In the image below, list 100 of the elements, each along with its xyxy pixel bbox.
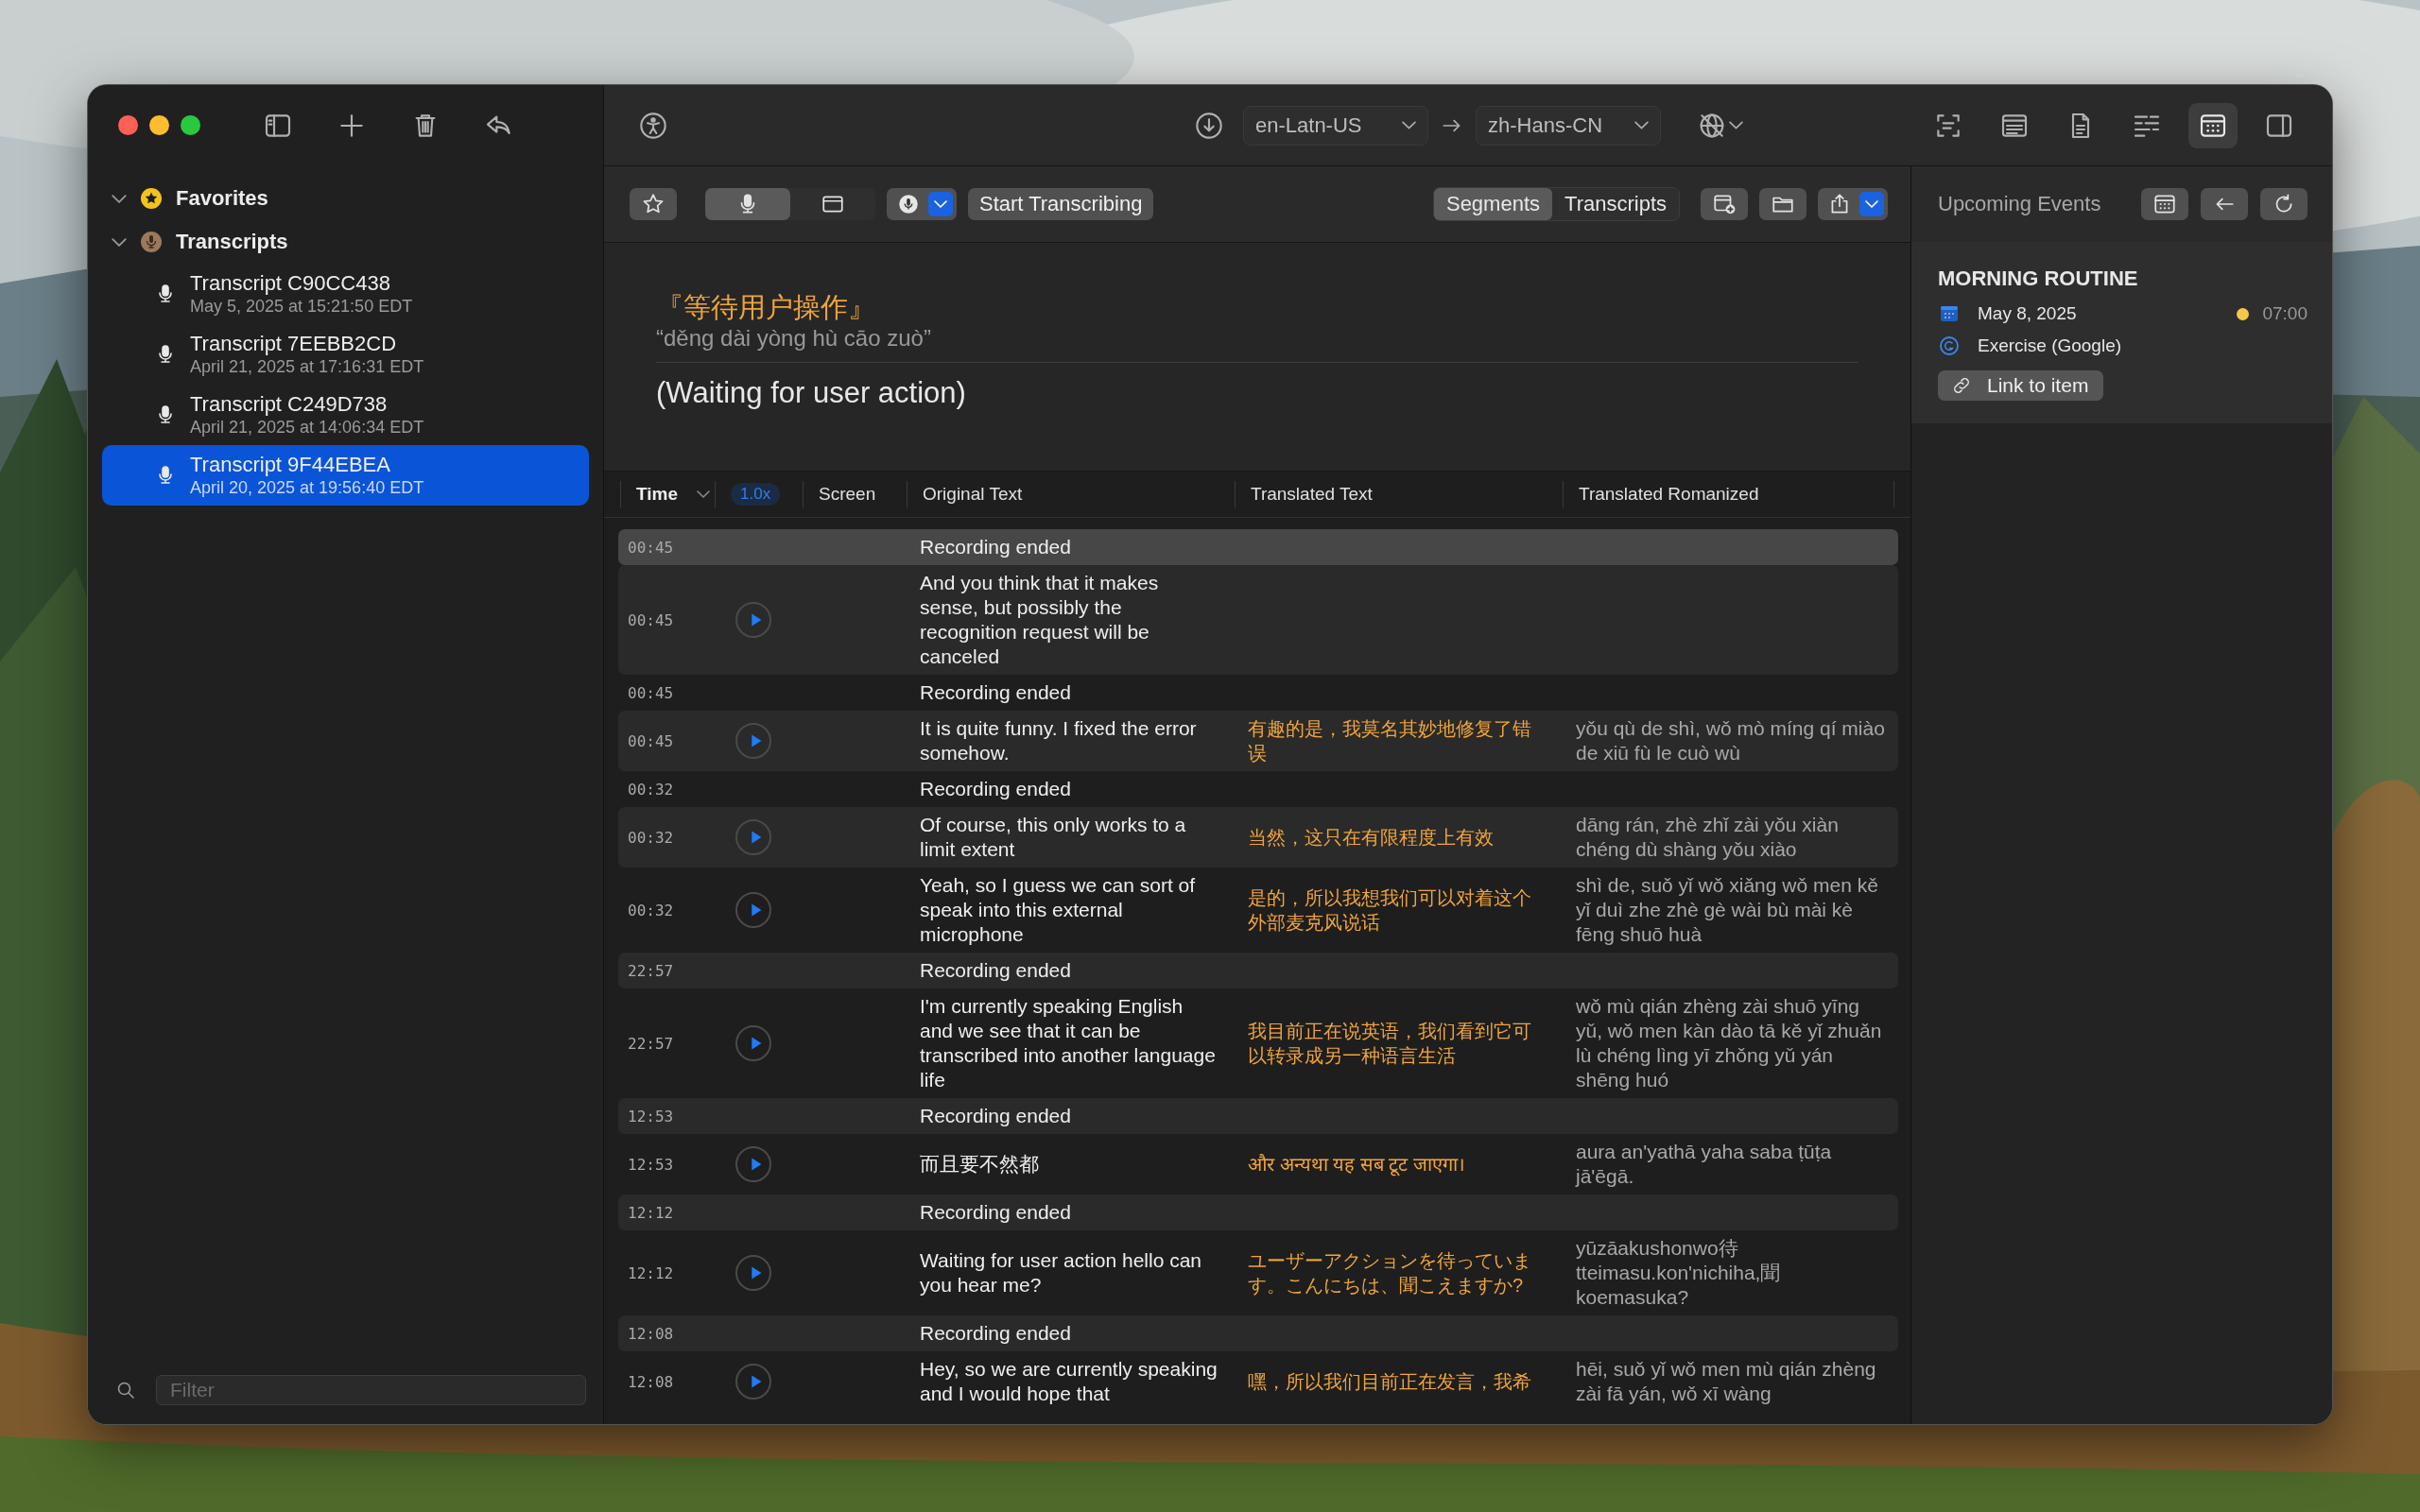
section-header[interactable]: Transcripts <box>102 220 589 264</box>
table-row[interactable]: 00:32 Recording ended <box>618 771 1898 807</box>
romanized-cell-text: hēi, suǒ yǐ wǒ men mù qián zhèng zài fā yán, wǒ xī wàng <box>1575 1357 1877 1406</box>
chevron-icon <box>1728 121 1743 129</box>
sidebar-item[interactable]: Transcript C249D738 April 21, 2025 at 14:06:34 EDT <box>102 385 589 445</box>
romanized-cell-text: dāng rán, zhè zhǐ zài yǒu xiàn chéng dù shàng yǒu xiào <box>1575 813 1840 862</box>
chevron-icon <box>934 200 947 208</box>
language-dropdown[interactable]: en-Latn-US <box>1243 105 1428 146</box>
column-header[interactable]: Original Text <box>923 484 1023 505</box>
table-row[interactable]: 00:45 Recording ended <box>618 675 1898 711</box>
folder-button[interactable] <box>1759 188 1806 220</box>
calendar-name: Exercise (Google) <box>1978 335 2122 356</box>
view-tab[interactable]: Transcripts <box>1552 188 1679 220</box>
play-button[interactable] <box>735 1146 771 1182</box>
section-header[interactable]: Favorites <box>102 177 589 220</box>
add-event-button[interactable] <box>1701 188 1748 220</box>
table-row[interactable]: 00:45 And you think that it makes sense, but possibly the recognition request will be canceled <box>618 565 1898 675</box>
table-row[interactable]: 12:12 Waiting for user action hello can you hear me? ユーザーアクションを待っています。こんにちは、聞こえますか? yūzāakushonwo待 tteimasu.kon'nichiha,聞 koemasuka? <box>618 1230 1898 1315</box>
event-cell-text: Recording ended <box>919 1200 1072 1225</box>
input-device-button[interactable] <box>887 188 957 220</box>
minimize-button[interactable] <box>149 115 169 135</box>
event-cell-text: Recording ended <box>919 777 1072 801</box>
table-row[interactable]: 00:32 Of course, this only works to a limit extent 当然，这只在有限程度上有效 dāng rán, zhè zhǐ zài yǒu xiàn chéng dù shàng yǒu xiào <box>618 807 1898 868</box>
event-cell-text: Recording ended <box>919 958 1072 983</box>
table-row[interactable]: 00:32 Yeah, so I guess we can sort of speak into this external microphone 是的，所以我想我们可以对着这个外部麦克风说话 shì de, suǒ yǐ wǒ xiǎng wǒ men kě yǐ duì zhe zhè gè wài bù mài kè fēng shuō huà <box>618 868 1898 953</box>
translated-text: 『等待用户操作』 <box>656 291 876 324</box>
table-row[interactable]: 12:08 Hey, so we are currently speaking and I would hope that 嘿，所以我们目前正在发言，我希 hēi, suǒ yǐ wǒ men mù qián zhèng zài fā yán, wǒ xī wàng <box>618 1351 1898 1412</box>
translated-cell-text: 当然，这只在有限程度上有效 <box>1247 826 1495 850</box>
play-button[interactable] <box>735 1364 771 1400</box>
original-text: (Waiting for user action) <box>656 375 967 411</box>
table-row[interactable]: 22:57 Recording ended <box>618 953 1898 988</box>
table-row[interactable]: 00:45 Recording ended <box>618 529 1898 565</box>
column-header[interactable]: Translated Romanized <box>1579 484 1759 505</box>
time-cell-text: 12:53 <box>627 1107 675 1125</box>
romanized-cell-text: aura an'yathā yaha saba ṭūṭa jā'ēgā. <box>1574 1140 1833 1189</box>
sidebar-item[interactable]: Transcript C90CC438 May 5, 2025 at 15:21:50 EDT <box>102 264 589 324</box>
language-dropdown[interactable]: zh-Hans-CN <box>1476 105 1661 146</box>
translated-cell-text: 有趣的是，我莫名其妙地修复了错误 <box>1247 717 1532 765</box>
play-button[interactable] <box>735 723 771 759</box>
table-row[interactable]: 12:12 Recording ended <box>618 1194 1898 1230</box>
share-button[interactable] <box>1818 188 1888 220</box>
item-title: Transcript C249D738 <box>190 392 389 417</box>
section-label: Favorites <box>176 186 268 211</box>
romanized-cell-text: yūzāakushonwo待 tteimasu.kon'nichiha,聞 koemasuka? <box>1575 1236 1782 1310</box>
event-date: May 8, 2025 <box>1978 303 2077 324</box>
play-button[interactable] <box>735 1025 771 1061</box>
play-button[interactable] <box>735 602 771 638</box>
translated-cell-text: 是的，所以我想我们可以对着这个外部麦克风说话 <box>1247 886 1532 935</box>
column-header[interactable]: Time <box>636 484 710 505</box>
sidebar-item[interactable]: Transcript 7EEBB2CD April 21, 2025 at 17:16:31 EDT <box>102 324 589 385</box>
time-cell-text: 00:32 <box>627 828 675 847</box>
romanized-text: “děng dài yòng hù cāo zuò” <box>656 324 932 352</box>
table-row[interactable]: 12:08 Recording ended <box>618 1315 1898 1351</box>
column-header[interactable]: Screen <box>819 484 876 505</box>
calendar-button[interactable] <box>2141 188 2188 220</box>
item-date: April 21, 2025 at 14:06:34 EDT <box>190 417 424 438</box>
filter-field[interactable]: Filter <box>156 1375 586 1405</box>
chevron-icon <box>1865 200 1878 208</box>
item-title: Transcript 9F44EBEA <box>190 453 391 477</box>
chevron-icon <box>1634 121 1649 129</box>
translated-cell-text: 我目前正在说英语，我们看到它可以转录成另一种语言生活 <box>1247 1020 1532 1068</box>
zoom-button[interactable] <box>181 115 200 135</box>
time-cell-text: 12:12 <box>627 1263 675 1282</box>
event-cell-text: Recording ended <box>919 535 1072 559</box>
translated-cell-text: और अन्यथा यह सब टूट जाएगा। <box>1247 1153 1466 1177</box>
item-date: April 21, 2025 at 17:16:31 EDT <box>190 356 424 377</box>
column-header[interactable]: Translated Text <box>1251 484 1373 505</box>
calendar-icon <box>2152 192 2177 216</box>
romanized-cell-text: wǒ mù qián zhèng zài shuō yīng yǔ, wǒ men kàn dào tā kě yǐ zhuǎn lù chéng lìng yī zhǒng yǔ yán shēng huó <box>1575 994 1883 1092</box>
chevron-icon <box>1402 121 1416 129</box>
close-button[interactable] <box>118 115 138 135</box>
link-button[interactable]: Link to item <box>1938 370 2104 401</box>
table-row[interactable]: 00:45 It is quite funny. I fixed the error somehow. 有趣的是，我莫名其妙地修复了错误 yǒu qù de shì, wǒ mò míng qí miào de xiū fù le cuò wù <box>618 711 1898 771</box>
sidebar-item[interactable]: Transcript 9F44EBEA April 20, 2025 at 19:56:40 EDT <box>102 445 589 506</box>
play-button[interactable] <box>735 892 771 928</box>
play-button[interactable] <box>735 1255 771 1291</box>
event-cell-text: Recording ended <box>919 1321 1072 1346</box>
event-time: 07:00 <box>2262 303 2308 324</box>
source-option[interactable] <box>705 188 790 220</box>
romanized-cell-text: shì de, suǒ yǐ wǒ xiǎng wǒ men kě yǐ duì zhe zhè gè wài bù mài kè fēng shuō huà <box>1575 873 1879 947</box>
translated-cell-text: 嘿，所以我们目前正在发言，我希 <box>1247 1370 1532 1394</box>
translated-cell-text: ユーザーアクションを待っています。こんにちは、聞こえますか? <box>1247 1249 1532 1297</box>
romanized-cell-text: yǒu qù de shì, wǒ mò míng qí miào de xiū fù le cuò wù <box>1575 716 1886 765</box>
view-tab[interactable]: Segments <box>1433 188 1552 220</box>
back-button[interactable] <box>2201 188 2248 220</box>
refresh-button[interactable] <box>2260 188 2308 220</box>
original-cell-text: Of course, this only works to a limit extent <box>919 813 1187 862</box>
table-row[interactable]: 12:53 而且要不然都 और अन्यथा यह सब टूट जाएगा। aura an'yathā yaha saba ṭūṭa jā'ēgā. <box>618 1134 1898 1194</box>
favorite-button[interactable] <box>630 188 677 220</box>
event-title: MORNING ROUTINE <box>1938 266 2139 291</box>
table-row[interactable]: 12:53 Recording ended <box>618 1098 1898 1134</box>
start-transcribing-button[interactable]: Start Transcribing <box>968 188 1154 220</box>
chevron-icon <box>697 490 710 498</box>
original-cell-text: Hey, so we are currently speaking and I would hope that <box>919 1357 1219 1406</box>
account-icon <box>1938 335 1961 357</box>
playback-speed-button[interactable]: 1.0x <box>731 483 781 506</box>
time-cell-text: 00:32 <box>627 780 675 799</box>
play-button[interactable] <box>735 819 771 855</box>
view-button[interactable] <box>2188 102 2238 148</box>
item-title: Transcript C90CC438 <box>190 271 391 296</box>
